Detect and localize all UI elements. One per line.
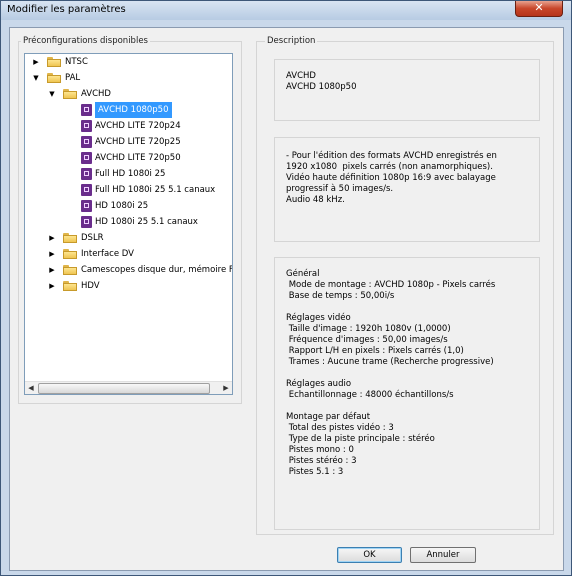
folder-icon	[63, 281, 77, 291]
details-line: Général	[286, 269, 320, 279]
name-line: AVCHD 1080p50	[286, 82, 357, 92]
tree-item-label: AVCHD	[81, 89, 111, 99]
preset-file-icon	[81, 136, 92, 148]
preset-details-panel: Général Mode de montage : AVCHD 1080p - …	[274, 257, 540, 530]
tree-item-label: HD 1080i 25	[95, 201, 149, 211]
tree-item-label: DSLR	[81, 233, 104, 243]
details-line: Pistes 5.1 : 3	[286, 467, 344, 477]
tree-preset-item[interactable]: AVCHD 1080p50	[25, 102, 232, 118]
folder-icon	[63, 265, 77, 275]
tree-folder-item[interactable]: ▶ Interface DV	[25, 246, 232, 262]
details-line: Pistes mono : 0	[286, 445, 354, 455]
window-title: Modifier les paramètres	[7, 4, 126, 15]
presets-group-label: Préconfigurations disponibles	[21, 36, 150, 46]
expand-arrow-right-icon[interactable]: ▶	[47, 278, 57, 294]
preset-file-icon	[81, 200, 92, 212]
dialog-window: Modifier les paramètres ✕ Préconfigurati…	[0, 0, 572, 576]
preset-name-panel: AVCHD AVCHD 1080p50	[274, 59, 540, 121]
tree-item-label: Interface DV	[81, 249, 134, 259]
folder-icon	[63, 233, 77, 243]
horizontal-scrollbar[interactable]: ◀ ▶	[25, 381, 232, 394]
preset-description-panel: - Pour l'édition des formats AVCHD enreg…	[274, 137, 540, 242]
expand-arrow-right-icon[interactable]: ▶	[47, 246, 57, 262]
ok-button[interactable]: OK	[337, 547, 402, 563]
preset-file-icon	[81, 184, 92, 196]
tree-preset-item[interactable]: HD 1080i 25	[25, 198, 232, 214]
tree-item-label: AVCHD LITE 720p24	[95, 121, 181, 131]
details-line: Taille d'image : 1920h 1080v (1,0000)	[286, 324, 451, 334]
tree-item-label: HDV	[81, 281, 100, 291]
expand-arrow-down-icon[interactable]: ▼	[31, 70, 41, 86]
description-line: 1920 x1080 pixels carrés (non anamorphiq…	[286, 162, 493, 172]
description-group-label: Description	[265, 36, 318, 46]
tree-item-label: AVCHD LITE 720p50	[95, 153, 181, 163]
folder-icon	[63, 249, 77, 259]
tree-preset-item[interactable]: HD 1080i 25 5.1 canaux	[25, 214, 232, 230]
tree-preset-item[interactable]: AVCHD LITE 720p50	[25, 150, 232, 166]
expand-arrow-right-icon[interactable]: ▶	[31, 54, 41, 70]
preset-file-icon	[81, 120, 92, 132]
details-line: Rapport L/H en pixels : Pixels carrés (1…	[286, 346, 464, 356]
details-line: Mode de montage : AVCHD 1080p - Pixels c…	[286, 280, 496, 290]
description-line: - Pour l'édition des formats AVCHD enreg…	[286, 151, 497, 161]
tree-preset-item[interactable]: Full HD 1080i 25	[25, 166, 232, 182]
details-line: Type de la piste principale : stéréo	[286, 434, 435, 444]
scroll-right-icon[interactable]: ▶	[220, 382, 232, 394]
tree-preset-item[interactable]: AVCHD LITE 720p25	[25, 134, 232, 150]
tree-preset-item[interactable]: Full HD 1080i 25 5.1 canaux	[25, 182, 232, 198]
details-line: Total des pistes vidéo : 3	[286, 423, 394, 433]
description-line: Vidéo haute définition 1080p 16:9 avec b…	[286, 173, 496, 183]
details-line: Trames : Aucune trame (Recherche progres…	[286, 357, 494, 367]
preset-file-icon	[81, 216, 92, 228]
description-line: Audio 48 kHz.	[286, 195, 345, 205]
expand-arrow-right-icon[interactable]: ▶	[47, 230, 57, 246]
details-line: Fréquence d'images : 50,00 images/s	[286, 335, 448, 345]
tree-item-label: Full HD 1080i 25	[95, 169, 166, 179]
tree-item-label: AVCHD LITE 720p25	[95, 137, 181, 147]
preset-file-icon	[81, 168, 92, 180]
details-line: Echantillonnage : 48000 échantillons/s	[286, 390, 454, 400]
preset-file-icon	[81, 152, 92, 164]
tree-folder-item[interactable]: ▶ NTSC	[25, 54, 232, 70]
tree-item-label: Full HD 1080i 25 5.1 canaux	[95, 185, 216, 195]
details-line: Base de temps : 50,00i/s	[286, 291, 395, 301]
details-line: Réglages audio	[286, 379, 352, 389]
tree-item-label: Camescopes disque dur, mémoire FL	[81, 265, 233, 275]
expand-arrow-down-icon[interactable]: ▼	[47, 86, 57, 102]
details-line: Réglages vidéo	[286, 313, 351, 323]
folder-icon	[63, 89, 77, 99]
tree-folder-item[interactable]: ▶ DSLR	[25, 230, 232, 246]
tree-item-label: NTSC	[65, 57, 88, 67]
expand-arrow-right-icon[interactable]: ▶	[47, 262, 57, 278]
folder-icon	[47, 57, 61, 67]
name-line: AVCHD	[286, 71, 316, 81]
cancel-button[interactable]: Annuler	[410, 547, 476, 563]
close-icon: ✕	[534, 1, 544, 14]
details-line: Pistes stéréo : 3	[286, 456, 357, 466]
tree-folder-item[interactable]: ▼ PAL	[25, 70, 232, 86]
close-button[interactable]: ✕	[515, 1, 563, 17]
tree-folder-item[interactable]: ▶ Camescopes disque dur, mémoire FL	[25, 262, 232, 278]
tree-folder-item[interactable]: ▶ HDV	[25, 278, 232, 294]
scroll-thumb[interactable]	[38, 383, 210, 394]
tree-folder-item[interactable]: ▼ AVCHD	[25, 86, 232, 102]
folder-icon	[47, 73, 61, 83]
preset-file-icon	[81, 104, 92, 116]
description-line: progressif à 50 images/s.	[286, 184, 394, 194]
details-line: Montage par défaut	[286, 412, 371, 422]
title-bar[interactable]: Modifier les paramètres ✕	[1, 1, 571, 20]
details-line	[286, 368, 528, 379]
tree-item-label: PAL	[65, 73, 81, 83]
presets-tree[interactable]: ▶ HDV ▶ Camescopes disque dur, mémoire FL ▶ I…	[24, 53, 233, 395]
details-line	[286, 401, 528, 412]
tree-item-label: AVCHD 1080p50	[95, 102, 172, 118]
details-line	[286, 302, 528, 313]
tree-preset-item[interactable]: AVCHD LITE 720p24	[25, 118, 232, 134]
tree-item-label: HD 1080i 25 5.1 canaux	[95, 217, 198, 227]
scroll-left-icon[interactable]: ◀	[25, 382, 37, 394]
